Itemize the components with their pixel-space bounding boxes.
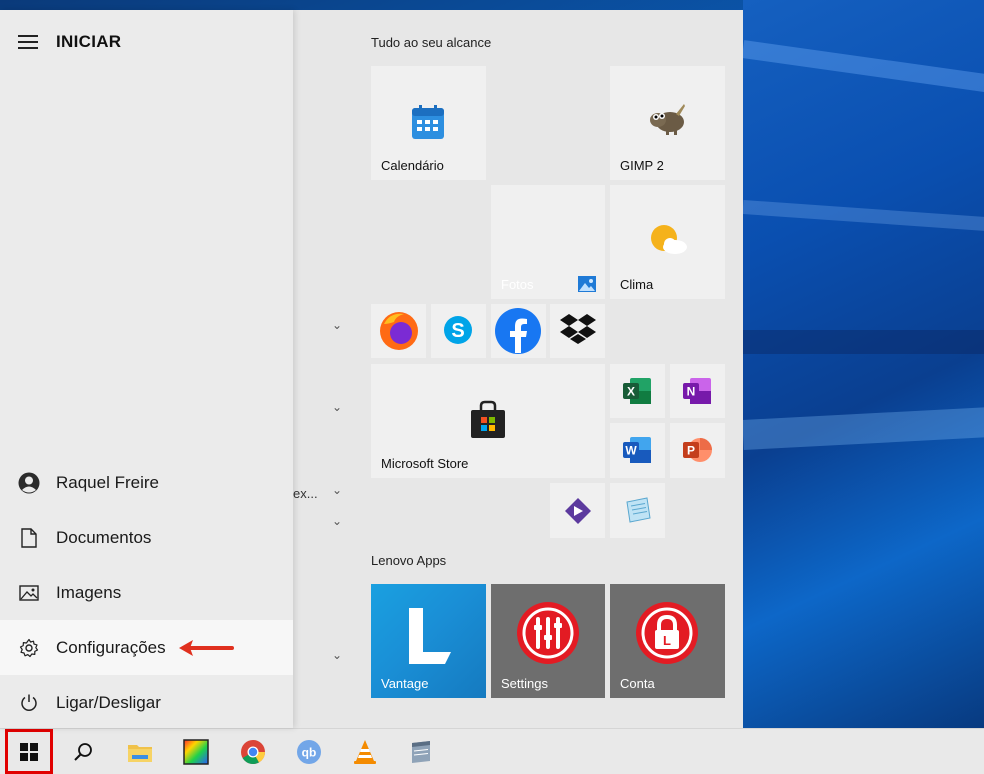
- group-title-1: Tudo ao seu alcance: [371, 35, 492, 50]
- gimp-tile-label: GIMP 2: [620, 158, 664, 173]
- excel-icon: X: [622, 376, 652, 406]
- start-left-pane: INICIAR Raquel Freire Documentos Imagens…: [0, 10, 293, 728]
- notepad-icon: [623, 496, 653, 526]
- vlc-button[interactable]: [342, 729, 388, 774]
- lock-icon: L: [635, 601, 699, 665]
- svg-text:qb: qb: [302, 745, 317, 759]
- lenovo-account-tile[interactable]: L Conta: [610, 584, 725, 698]
- chrome-button[interactable]: [230, 729, 276, 774]
- svg-text:W: W: [625, 444, 637, 458]
- svg-text:P: P: [687, 444, 695, 458]
- video-editor-icon: [564, 497, 592, 525]
- lenovo-settings-tile[interactable]: Settings: [491, 584, 605, 698]
- photos-tile-label: Fotos: [501, 277, 534, 292]
- weather-icon: [648, 223, 688, 257]
- weather-tile[interactable]: Clima: [610, 185, 725, 299]
- settings-item[interactable]: Configurações: [0, 620, 293, 675]
- gimp-icon: [648, 102, 688, 136]
- chevron-down-icon[interactable]: ⌄: [330, 400, 344, 414]
- svg-text:L: L: [663, 633, 671, 648]
- user-avatar-icon: [18, 472, 40, 494]
- word-icon: W: [622, 435, 652, 465]
- vantage-icon: [401, 606, 457, 666]
- user-name: Raquel Freire: [56, 472, 159, 492]
- start-title: INICIAR: [56, 32, 122, 51]
- group-title-2: Lenovo Apps: [371, 553, 447, 568]
- chevron-down-icon[interactable]: ⌄: [330, 514, 344, 528]
- archive-icon: [412, 740, 430, 763]
- svg-text:N: N: [687, 385, 696, 399]
- lenovo-settings-tile-label: Settings: [501, 676, 548, 691]
- pictures-label: Imagens: [56, 582, 122, 602]
- app-list-truncated-label[interactable]: ex...: [293, 486, 318, 501]
- search-icon: [74, 742, 92, 761]
- svg-text:X: X: [627, 385, 635, 399]
- gimp-tile[interactable]: GIMP 2: [610, 66, 725, 180]
- user-account-item[interactable]: Raquel Freire: [0, 455, 293, 510]
- excel-tile[interactable]: X: [610, 364, 665, 418]
- notepad-tile[interactable]: [610, 483, 665, 538]
- photos-tile[interactable]: Fotos: [491, 185, 605, 299]
- calendar-tile[interactable]: Calendário: [371, 66, 486, 180]
- powerpoint-icon: P: [682, 435, 712, 465]
- windows-start-icon: [20, 742, 38, 761]
- app-list-strip: ⌄ ⌄ ⌄ ⌄ ⌄: [293, 10, 361, 728]
- file-explorer-icon: [128, 744, 152, 762]
- vantage-tile[interactable]: Vantage: [371, 584, 486, 698]
- onenote-tile[interactable]: N: [670, 364, 725, 418]
- lenovo-settings-icon: [516, 601, 580, 665]
- photo-app-button[interactable]: [173, 729, 219, 774]
- powerpoint-tile[interactable]: P: [670, 423, 725, 478]
- store-icon: [469, 400, 507, 440]
- chevron-down-icon[interactable]: ⌄: [330, 648, 344, 662]
- image-icon: [18, 582, 40, 604]
- hamburger-menu-icon[interactable]: [18, 34, 38, 50]
- vlc-icon: [354, 739, 376, 764]
- word-tile[interactable]: W: [610, 423, 665, 478]
- calendar-tile-label: Calendário: [381, 158, 444, 173]
- facebook-tile[interactable]: [491, 304, 546, 358]
- start-menu: ⌄ ⌄ ⌄ ⌄ ⌄ ex... INICIAR Raquel Freire Do…: [0, 10, 743, 728]
- annotation-arrow-icon: [179, 640, 234, 656]
- taskbar: qb: [0, 728, 984, 774]
- documents-item[interactable]: Documentos: [0, 510, 293, 565]
- gear-icon: [18, 637, 40, 659]
- pictures-item[interactable]: Imagens: [0, 565, 293, 620]
- chevron-down-icon[interactable]: ⌄: [330, 483, 344, 497]
- qbittorrent-button[interactable]: qb: [286, 729, 332, 774]
- video-editor-tile[interactable]: [550, 483, 605, 538]
- document-icon: [18, 527, 40, 549]
- qbittorrent-icon: qb: [297, 739, 321, 764]
- photos-icon: [578, 276, 596, 292]
- power-icon: [18, 692, 40, 714]
- calendar-icon: [411, 104, 445, 140]
- lenovo-account-tile-label: Conta: [620, 676, 655, 691]
- firefox-icon: [378, 310, 420, 352]
- settings-label: Configurações: [56, 637, 166, 657]
- skype-tile[interactable]: S: [431, 304, 486, 358]
- file-explorer-button[interactable]: [117, 729, 163, 774]
- vantage-tile-label: Vantage: [381, 676, 429, 691]
- power-item[interactable]: Ligar/Desligar: [0, 675, 293, 730]
- chevron-down-icon[interactable]: ⌄: [330, 318, 344, 332]
- chrome-icon: [241, 739, 265, 764]
- onenote-icon: N: [682, 376, 712, 406]
- power-label: Ligar/Desligar: [56, 692, 161, 712]
- svg-text:S: S: [451, 320, 464, 342]
- dropbox-icon: [559, 312, 597, 348]
- store-tile-label: Microsoft Store: [381, 456, 469, 471]
- windows-start-button[interactable]: [5, 729, 53, 774]
- weather-tile-label: Clima: [620, 277, 654, 292]
- facebook-icon: [494, 307, 542, 355]
- archive-button[interactable]: [398, 729, 444, 774]
- dropbox-tile[interactable]: [550, 304, 605, 358]
- search-button[interactable]: [60, 729, 106, 774]
- microsoft-store-tile[interactable]: Microsoft Store: [371, 364, 605, 478]
- documents-label: Documentos: [56, 527, 152, 547]
- photo-app-icon: [183, 738, 209, 765]
- desktop-wallpaper: [743, 0, 984, 728]
- firefox-tile[interactable]: [371, 304, 426, 358]
- skype-icon: S: [442, 314, 474, 346]
